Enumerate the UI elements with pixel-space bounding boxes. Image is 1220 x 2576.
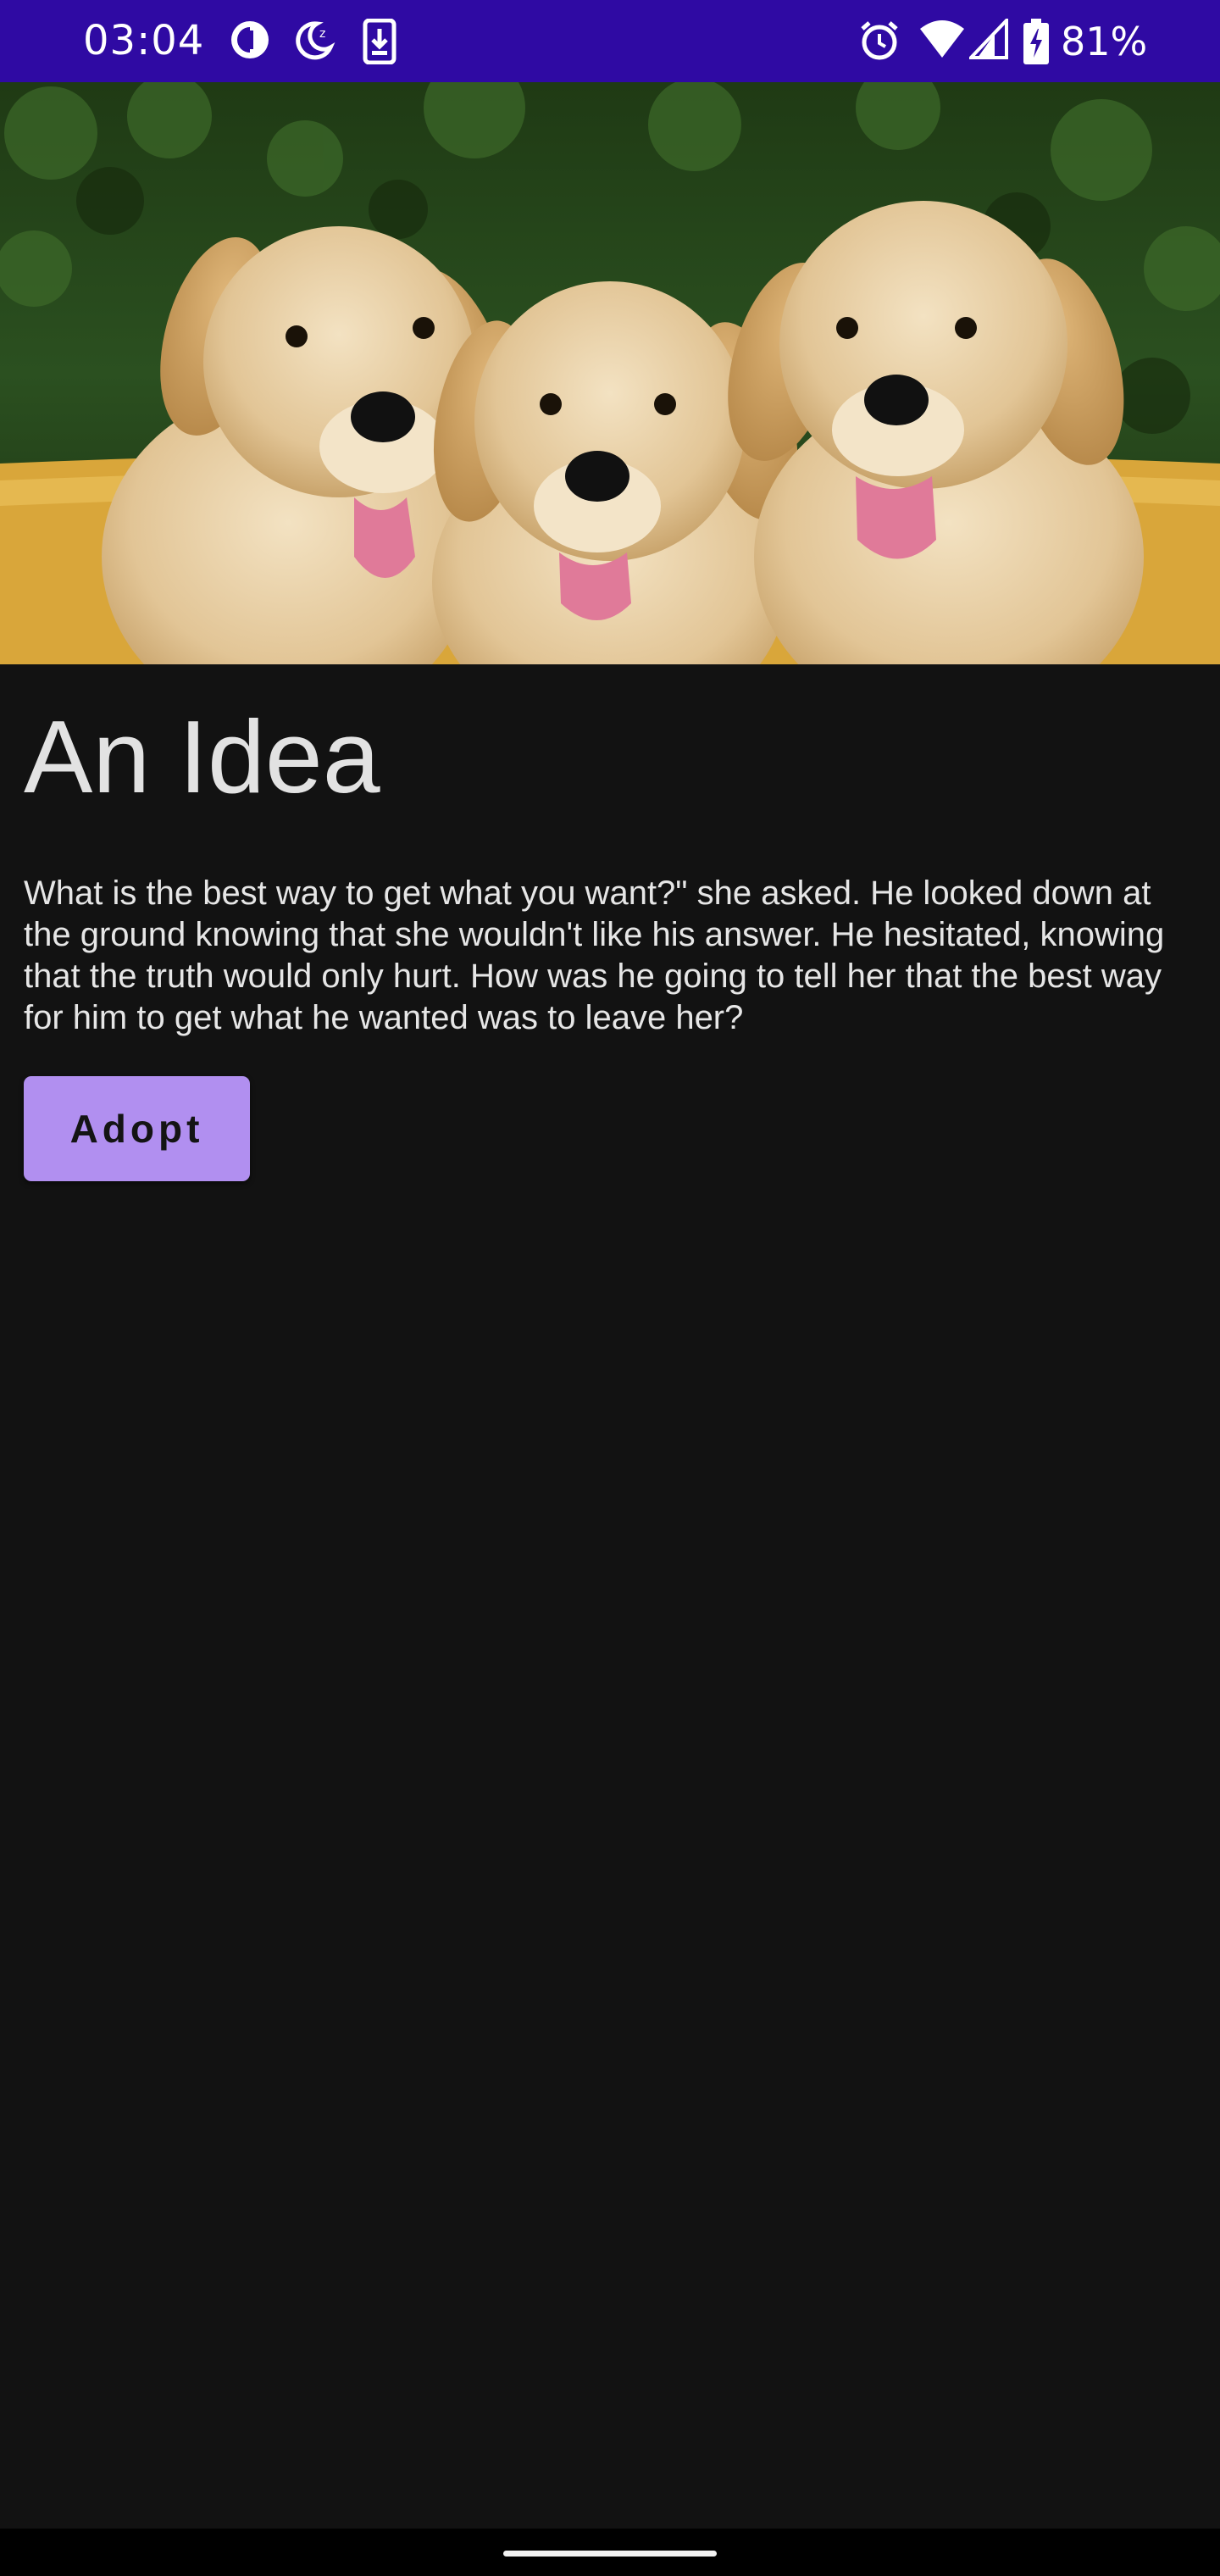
wifi-icon <box>920 20 964 58</box>
navigation-bar <box>0 2529 1220 2576</box>
data-saver-icon <box>231 21 269 58</box>
page-title: An Idea <box>24 699 380 814</box>
status-time: 03:04 <box>83 17 205 64</box>
download-icon <box>363 19 396 64</box>
battery-percent: 81% <box>1061 19 1148 64</box>
status-bar: 03:04 z 81% <box>0 0 1220 82</box>
puppies-illustration <box>0 82 1220 664</box>
alarm-icon <box>861 21 898 60</box>
hero-image <box>0 82 1220 664</box>
home-gesture-handle[interactable] <box>503 2551 717 2557</box>
description-text: What is the best way to get what you wan… <box>24 874 1165 1036</box>
svg-text:z: z <box>319 27 325 41</box>
do-not-disturb-icon: z <box>296 21 336 60</box>
adopt-button[interactable]: Adopt <box>24 1076 250 1181</box>
battery-charging-icon <box>1023 19 1049 64</box>
signal-icon <box>969 19 1008 59</box>
